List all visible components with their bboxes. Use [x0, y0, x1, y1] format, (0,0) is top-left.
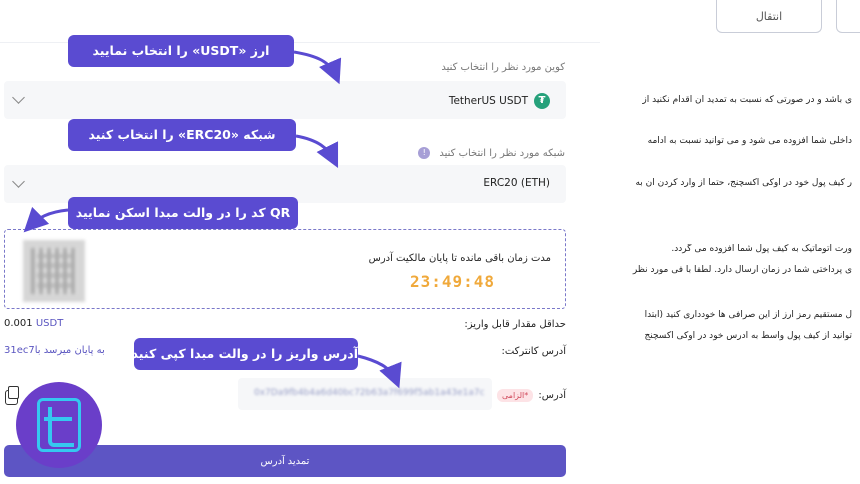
callout-select-erc20: شبکه «ERC20» را انتخاب کنید	[68, 119, 296, 151]
network-label: شبکه مورد نظر را انتخاب کنید	[439, 148, 565, 159]
coin-select-value-wrap: ₮ TetherUS USDT	[449, 93, 550, 109]
arrow-qr	[23, 206, 69, 233]
side-text-line: داخلی شما افزوده می شود و می توانید نسبت…	[647, 136, 852, 146]
logo-mark	[37, 398, 81, 452]
qr-code	[23, 240, 85, 302]
min-deposit-value-wrap: 0.001 USDT	[4, 318, 63, 329]
countdown-timer: 23:49:48	[409, 272, 495, 291]
tab-other[interactable]	[836, 0, 860, 33]
min-deposit-label: حداقل مقدار قابل واریز:	[464, 319, 566, 330]
brand-logo	[16, 382, 102, 468]
network-label-wrap: شبکه مورد نظر را انتخاب کنید !	[418, 147, 565, 159]
address-label: آدرس:	[538, 390, 566, 401]
side-text-line: ورت اتوماتیک به کیف پول شما افزوده می گر…	[671, 244, 852, 254]
min-deposit-value: 0.001	[4, 318, 33, 329]
info-icon[interactable]: !	[418, 147, 431, 159]
callout-copy-address: آدرس واریز را در والت مبدا کپی کنید	[132, 338, 358, 370]
arrow-address	[357, 354, 402, 389]
chevron-down-icon	[12, 91, 25, 104]
chevron-down-icon	[12, 175, 25, 188]
required-badge: الزامی*	[497, 389, 534, 402]
coin-label: کوین مورد نظر را انتخاب کنید	[441, 62, 565, 73]
copy-icon[interactable]	[5, 386, 19, 405]
deposit-address-field[interactable]: 0x7Da9fb4b4a6d40bc72b63a7f699f5ab1a43e1a…	[238, 378, 492, 410]
callout-scan-qr: QR کد را در والت مبدا اسکن نمایید	[68, 197, 298, 229]
coin-select[interactable]: ₮ TetherUS USDT	[4, 81, 566, 119]
timer-label: مدت زمان باقی مانده تا پایان مالکیت آدرس	[368, 253, 551, 264]
network-select-value: ERC20 (ETH)	[483, 177, 550, 189]
qr-panel: مدت زمان باقی مانده تا پایان مالکیت آدرس…	[4, 229, 566, 309]
side-text-line: ی باشد و در صورتی که نسبت به تمدید آن اق…	[642, 95, 852, 105]
side-text-line: ل مستقیم رمز ارز از این صرافی ها خودداری…	[644, 310, 852, 320]
side-text-line: ر کیف پول خود در اوکی اکسچنج، حتما از وا…	[635, 178, 852, 188]
tab-transfer-label: انتقال	[755, 9, 783, 23]
min-deposit-unit: USDT	[35, 318, 64, 329]
side-text-line: توانید از کیف پول واسط به ادرس خود در او…	[644, 331, 852, 341]
coin-select-value: TetherUS USDT	[448, 95, 528, 107]
tab-transfer[interactable]: انتقال	[716, 0, 822, 33]
arrow-erc20	[295, 134, 339, 169]
side-text-line: ی پرداختی شما در زمان ارسال دارد. لطفا ب…	[632, 265, 852, 275]
contract-label: آدرس کانترکت:	[501, 346, 566, 357]
arrow-usdt	[293, 50, 342, 85]
tether-icon: ₮	[534, 93, 550, 109]
contract-value[interactable]: به پایان میرسد با31ec7	[4, 345, 105, 356]
deposit-address-value: 0x7Da9fb4b4a6d40bc72b63a7f699f5ab1a43e1a…	[254, 388, 485, 398]
callout-select-usdt: ارز «USDT» را انتخاب نمایید	[68, 35, 294, 67]
